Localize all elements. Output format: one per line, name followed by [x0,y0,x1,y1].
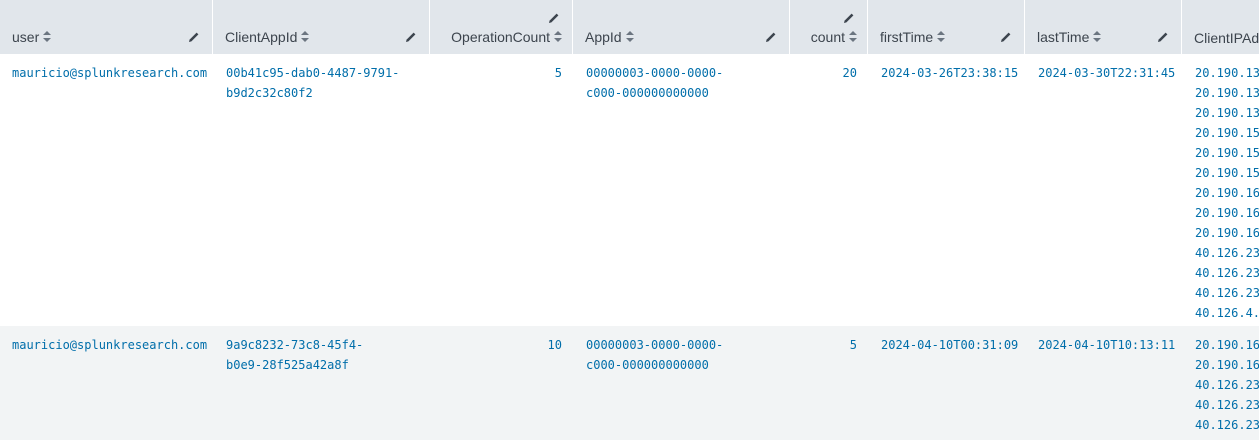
sort-icon[interactable] [301,29,310,45]
column-label: user [12,28,40,45]
pencil-icon[interactable] [1000,30,1012,46]
column-label: ClientIPAdd [1194,30,1259,46]
pencil-icon[interactable] [405,30,417,46]
table-header: user ClientAppId OperationCount AppId co… [0,0,1259,54]
sort-icon[interactable] [937,29,946,45]
cell-lasttime[interactable]: 2024-04-10T10:13:11 [1038,335,1175,355]
pencil-icon[interactable] [1157,30,1169,46]
pencil-icon[interactable] [765,30,777,46]
table-row: mauricio@splunkresearch.com 9a9c8232-73c… [0,326,1259,440]
column-header-firsttime[interactable]: firstTime [868,0,1025,54]
cell-user[interactable]: mauricio@splunkresearch.com [12,335,207,355]
sort-icon[interactable] [554,29,562,45]
cell-clientipaddress[interactable]: 20.190.133 20.190.133 20.190.133 20.190.… [1195,63,1259,323]
sort-icon[interactable] [1093,29,1102,45]
cell-operationcount[interactable]: 10 [430,335,562,355]
column-header-user[interactable]: user [0,0,213,54]
column-label: lastTime [1037,28,1090,45]
column-header-clientipaddress[interactable]: ClientIPAdd [1182,0,1259,54]
cell-firsttime[interactable]: 2024-04-10T00:31:09 [881,335,1018,355]
column-label: AppId [585,28,622,45]
pencil-icon[interactable] [548,11,560,27]
column-header-lasttime[interactable]: lastTime [1025,0,1182,54]
cell-count[interactable]: 5 [790,335,857,355]
cell-count[interactable]: 20 [790,63,857,83]
cell-operationcount[interactable]: 5 [430,63,562,83]
cell-lasttime[interactable]: 2024-03-30T22:31:45 [1038,63,1175,83]
cell-appid[interactable]: 00000003-0000-0000- c000-000000000000 [586,335,723,375]
pencil-icon[interactable] [188,30,200,46]
sort-icon[interactable] [849,29,857,45]
cell-clientipaddress[interactable]: 20.190.167 20.190.167 40.126.23 40.126.2… [1195,335,1259,435]
sort-icon[interactable] [625,29,634,45]
cell-clientappid[interactable]: 9a9c8232-73c8-45f4- b0e9-28f525a42a8f [226,335,363,375]
cell-appid[interactable]: 00000003-0000-0000- c000-000000000000 [586,63,723,103]
table-row: mauricio@splunkresearch.com 00b41c95-dab… [0,54,1259,326]
cell-clientappid[interactable]: 00b41c95-dab0-4487-9791- b9d2c32c80f2 [226,63,399,103]
cell-user[interactable]: mauricio@splunkresearch.com [12,63,207,83]
column-label: OperationCount [451,28,550,45]
column-label: count [810,28,845,45]
cell-firsttime[interactable]: 2024-03-26T23:38:15 [881,63,1018,83]
pencil-icon[interactable] [843,11,855,27]
results-table: user ClientAppId OperationCount AppId co… [0,0,1259,440]
column-label: firstTime [880,28,934,45]
column-header-appid[interactable]: AppId [573,0,790,54]
column-label: ClientAppId [225,28,298,45]
sort-icon[interactable] [43,29,52,45]
column-header-operationcount[interactable]: OperationCount [430,0,573,54]
column-header-clientappid[interactable]: ClientAppId [213,0,430,54]
column-header-count[interactable]: count [790,0,868,54]
